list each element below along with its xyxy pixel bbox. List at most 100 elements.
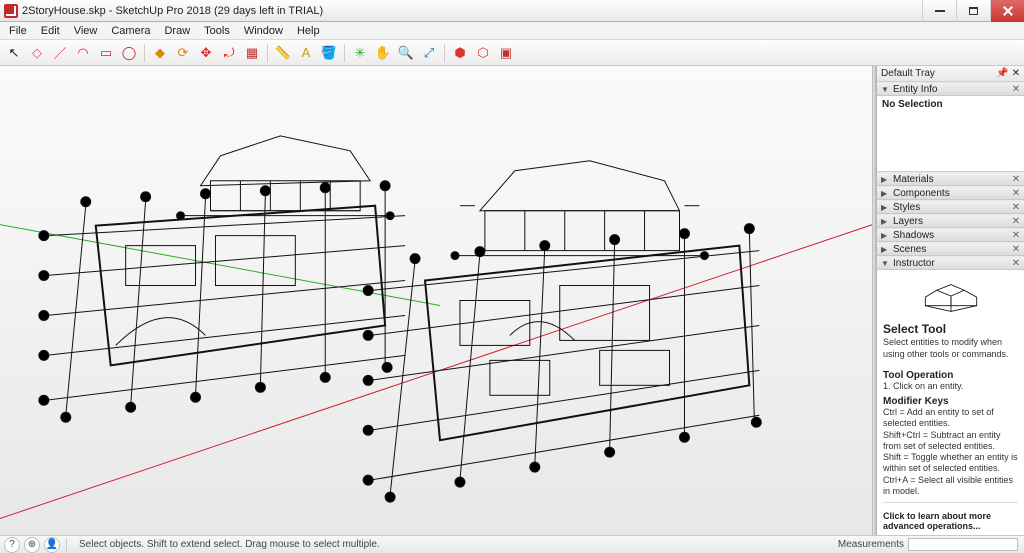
panel-label: Entity Info <box>893 84 937 95</box>
pin-icon[interactable]: 📌 ✕ <box>996 68 1020 79</box>
instructor-mod-4: Ctrl+A = Select all visible entities in … <box>883 475 1018 498</box>
offset-tool-button[interactable]: ⟳ <box>173 43 193 63</box>
ext-tool-button[interactable]: ⬡ <box>473 43 493 63</box>
menu-view[interactable]: View <box>67 25 105 37</box>
chevron-down-icon: ▼ <box>881 85 889 94</box>
menu-bar: FileEditViewCameraDrawToolsWindowHelp <box>0 22 1024 40</box>
instructor-op-header: Tool Operation <box>883 370 1018 381</box>
chevron-right-icon: ▶ <box>881 245 889 254</box>
entity-info-body: No Selection <box>877 96 1024 172</box>
geo-icon[interactable]: ⊕ <box>24 537 40 553</box>
chevron-down-icon: ▼ <box>881 259 889 268</box>
toolbar-separator <box>267 44 268 62</box>
toolbar-separator <box>444 44 445 62</box>
warehouse-tool-button[interactable]: ⬢ <box>450 43 470 63</box>
panel-scenes[interactable]: ▶ Scenes ✕ <box>877 242 1024 256</box>
pan-tool-button[interactable]: ✋ <box>373 43 393 63</box>
panel-close-icon[interactable]: ✕ <box>1011 202 1021 213</box>
panel-label: Styles <box>893 202 920 213</box>
close-button[interactable] <box>990 0 1024 22</box>
panel-label: Instructor <box>893 258 935 269</box>
panel-styles[interactable]: ▶ Styles ✕ <box>877 200 1024 214</box>
eraser-tool-button[interactable]: ◇ <box>27 43 47 63</box>
arc-tool-button[interactable]: ◠ <box>73 43 93 63</box>
main-area <box>0 66 876 535</box>
menu-draw[interactable]: Draw <box>157 25 197 37</box>
app-icon <box>4 4 18 18</box>
rect-tool-button[interactable]: ▭ <box>96 43 116 63</box>
menu-camera[interactable]: Camera <box>104 25 157 37</box>
window-controls <box>922 0 1024 22</box>
menu-file[interactable]: File <box>2 25 34 37</box>
measurements-input[interactable] <box>908 538 1018 551</box>
chevron-right-icon: ▶ <box>881 217 889 226</box>
panel-close-icon[interactable]: ✕ <box>1011 84 1021 95</box>
instructor-mod-header: Modifier Keys <box>883 396 1018 407</box>
panel-label: Shadows <box>893 230 934 241</box>
scale-tool-button[interactable]: ▦ <box>242 43 262 63</box>
minimize-button[interactable] <box>922 0 956 22</box>
default-tray: Default Tray 📌 ✕ ▼ Entity Info ✕ No Sele… <box>876 66 1024 535</box>
orbit-tool-button[interactable]: ✳ <box>350 43 370 63</box>
toolbar-separator <box>344 44 345 62</box>
text-tool-button[interactable]: A <box>296 43 316 63</box>
panel-close-icon[interactable]: ✕ <box>1011 230 1021 241</box>
instructor-title: Select Tool <box>883 322 1018 336</box>
menu-window[interactable]: Window <box>237 25 290 37</box>
panel-layers[interactable]: ▶ Layers ✕ <box>877 214 1024 228</box>
help-icon[interactable]: ? <box>4 537 20 553</box>
layout-tool-button[interactable]: ▣ <box>496 43 516 63</box>
line-tool-button[interactable]: ／ <box>50 43 70 63</box>
maximize-button[interactable] <box>956 0 990 22</box>
instructor-desc: Select entities to modify when using oth… <box>883 337 1018 360</box>
window-title: 2StoryHouse.skp - SketchUp Pro 2018 (29 … <box>22 5 323 17</box>
instructor-mod-3: Shift = Toggle whether an entity is with… <box>883 452 1018 475</box>
menu-tools[interactable]: Tools <box>197 25 237 37</box>
panel-close-icon[interactable]: ✕ <box>1011 258 1021 269</box>
instructor-mod-2: Shift+Ctrl = Subtract an entity from set… <box>883 430 1018 453</box>
circle-tool-button[interactable]: ◯ <box>119 43 139 63</box>
panel-materials[interactable]: ▶ Materials ✕ <box>877 172 1024 186</box>
chevron-right-icon: ▶ <box>881 175 889 184</box>
rotate-tool-button[interactable]: ⤾ <box>219 43 239 63</box>
panel-close-icon[interactable]: ✕ <box>1011 216 1021 227</box>
panel-label: Materials <box>893 174 934 185</box>
chevron-right-icon: ▶ <box>881 203 889 212</box>
tray-title: Default Tray <box>881 68 935 79</box>
zoom-tool-button[interactable]: 🔍 <box>396 43 416 63</box>
panel-close-icon[interactable]: ✕ <box>1011 244 1021 255</box>
status-bar: ? ⊕ 👤 Select objects. Shift to extend se… <box>0 535 1024 553</box>
chevron-right-icon: ▶ <box>881 189 889 198</box>
move-tool-button[interactable]: ✥ <box>196 43 216 63</box>
panel-shadows[interactable]: ▶ Shadows ✕ <box>877 228 1024 242</box>
panel-instructor[interactable]: ▼ Instructor ✕ <box>877 256 1024 270</box>
panel-components[interactable]: ▶ Components ✕ <box>877 186 1024 200</box>
menu-edit[interactable]: Edit <box>34 25 67 37</box>
panel-entity-info[interactable]: ▼ Entity Info ✕ <box>877 82 1024 96</box>
pushpull-tool-button[interactable]: ◆ <box>150 43 170 63</box>
entity-selection-text: No Selection <box>882 99 943 110</box>
menu-help[interactable]: Help <box>290 25 327 37</box>
panel-label: Scenes <box>893 244 926 255</box>
select-tool-button[interactable]: ↖ <box>4 43 24 63</box>
model-viewport[interactable] <box>0 66 876 535</box>
instructor-more-link[interactable]: Click to learn about more advanced opera… <box>883 511 1018 531</box>
main-toolbar: ↖◇／◠▭◯ ◆⟳✥⤾▦ 📏A🪣 ✳✋🔍⤢ ⬢⬡▣ <box>0 40 1024 66</box>
panel-close-icon[interactable]: ✕ <box>1011 174 1021 185</box>
viewport-canvas <box>0 66 876 535</box>
panel-label: Layers <box>893 216 923 227</box>
panel-close-icon[interactable]: ✕ <box>1011 188 1021 199</box>
tape-tool-button[interactable]: 📏 <box>273 43 293 63</box>
paint-tool-button[interactable]: 🪣 <box>319 43 339 63</box>
window-titlebar: 2StoryHouse.skp - SketchUp Pro 2018 (29 … <box>0 0 1024 22</box>
instructor-mod-1: Ctrl = Add an entity to set of selected … <box>883 407 1018 430</box>
instructor-body: Select Tool Select entities to modify wh… <box>877 270 1024 535</box>
chevron-right-icon: ▶ <box>881 231 889 240</box>
panel-label: Components <box>893 188 950 199</box>
tray-header[interactable]: Default Tray 📌 ✕ <box>877 66 1024 82</box>
toolbar-separator <box>144 44 145 62</box>
zoom-ext-tool-button[interactable]: ⤢ <box>419 43 439 63</box>
instructor-op-1: 1. Click on an entity. <box>883 381 1018 392</box>
person-icon[interactable]: 👤 <box>44 537 60 553</box>
instructor-illustration <box>896 280 1006 314</box>
